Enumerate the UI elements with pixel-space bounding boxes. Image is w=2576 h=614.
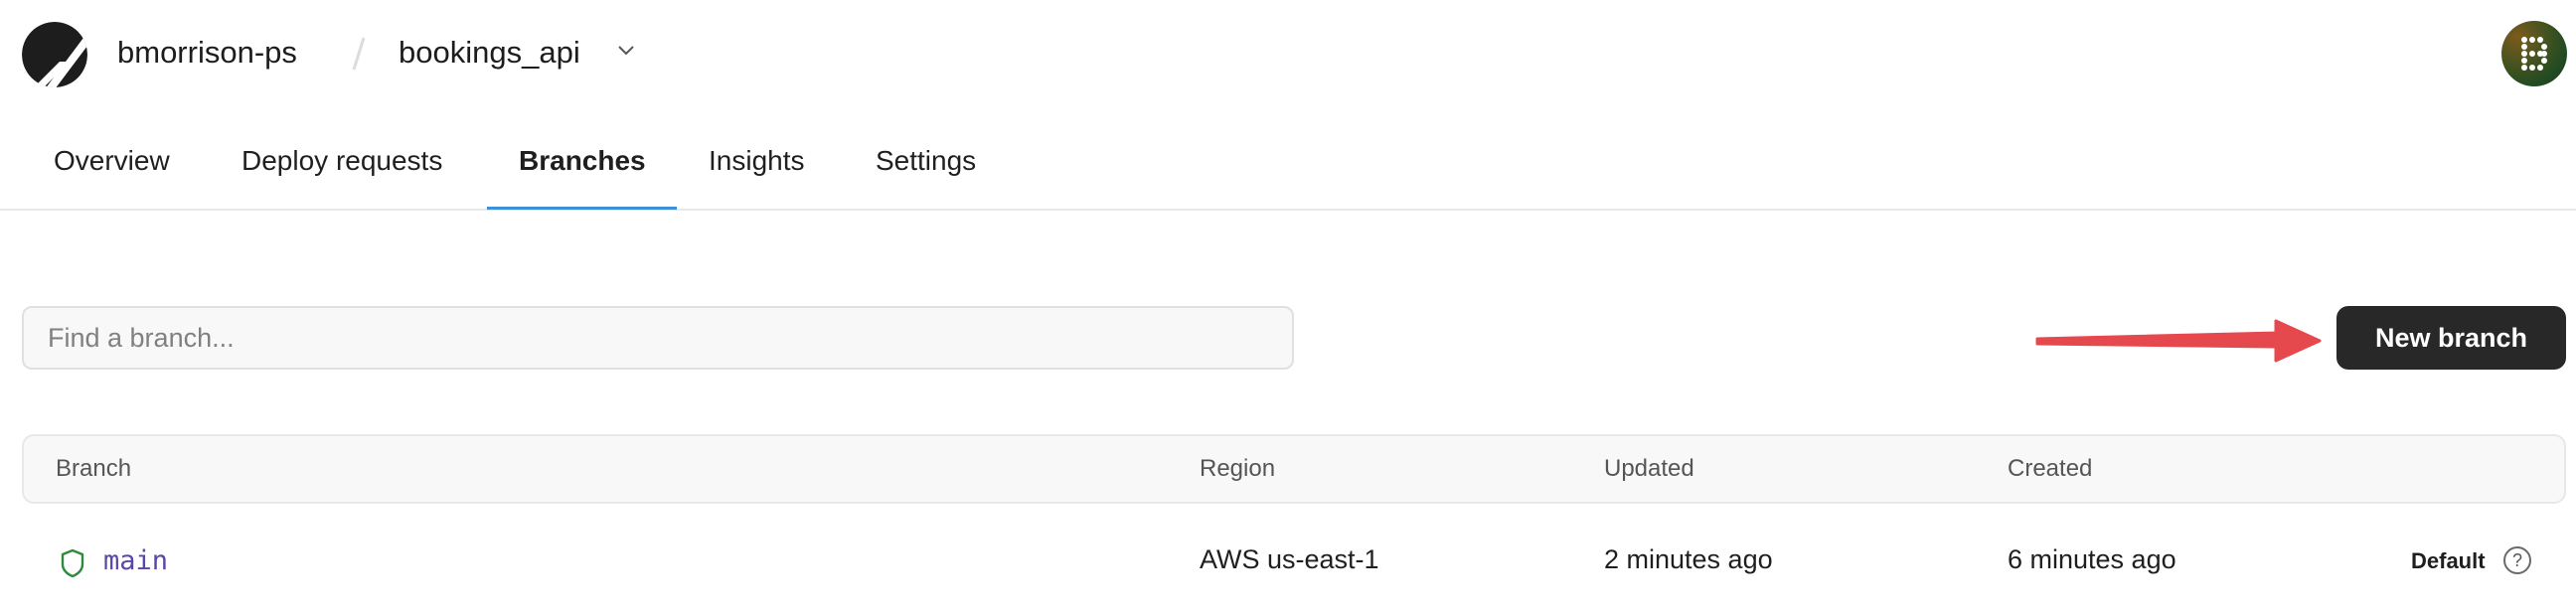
branch-created: 6 minutes ago [2008,544,2176,574]
tab-insights[interactable]: Insights [709,129,805,211]
planetscale-logo-icon[interactable] [22,22,87,87]
table-row[interactable]: main AWS us-east-1 2 minutes ago 6 minut… [22,517,2566,614]
tab-settings[interactable]: Settings [876,129,976,211]
active-tab-indicator [487,207,677,210]
column-header-updated[interactable]: Updated [1604,455,1694,483]
default-badge: Default [2411,548,2486,573]
branch-name-link[interactable]: main [103,545,168,576]
tab-branches[interactable]: Branches [519,129,646,211]
annotation-arrow-icon [2035,319,2322,363]
chevron-down-icon[interactable] [616,44,636,58]
navigation-tabs: Overview Deploy requests Branches Insigh… [0,129,2576,211]
column-header-created[interactable]: Created [2008,455,2092,483]
breadcrumb-separator [352,37,366,71]
tab-deploy-requests[interactable]: Deploy requests [242,129,442,211]
avatar-dot-letter-icon [2521,37,2547,71]
user-avatar[interactable] [2501,21,2567,86]
table-header: Branch Region Updated Created [22,434,2566,504]
database-name[interactable]: bookings_api [399,32,580,74]
help-icon[interactable]: ? [2503,546,2531,574]
new-branch-button[interactable]: New branch [2336,306,2566,370]
column-header-branch[interactable]: Branch [56,455,131,483]
organization-name[interactable]: bmorrison-ps [117,32,297,74]
branch-region: AWS us-east-1 [1200,544,1379,574]
branch-updated: 2 minutes ago [1604,544,1773,574]
branch-search-input[interactable] [22,306,1294,370]
shield-icon [61,548,84,578]
tab-overview[interactable]: Overview [54,129,170,211]
column-header-region[interactable]: Region [1200,455,1275,483]
